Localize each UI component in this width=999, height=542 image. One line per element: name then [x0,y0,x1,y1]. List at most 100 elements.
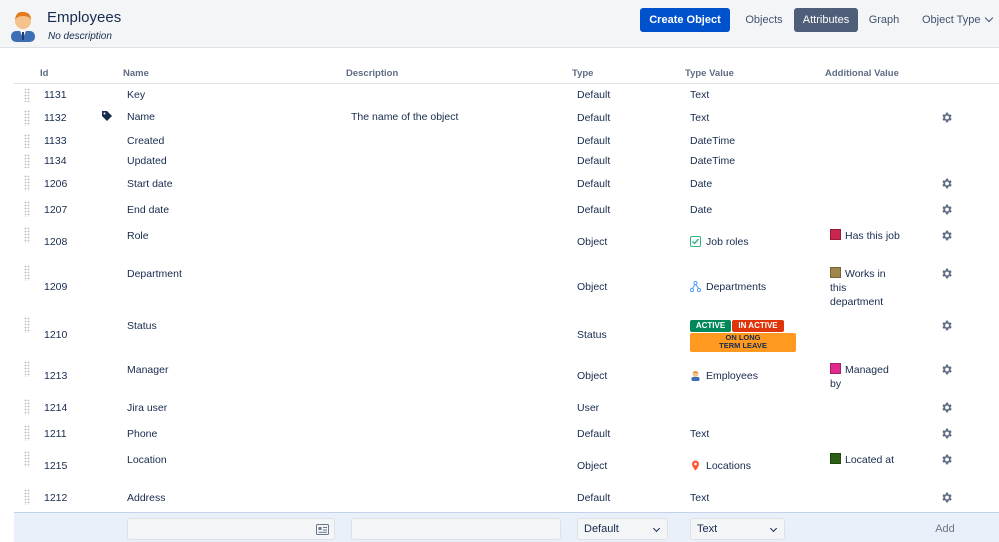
table-row: 1212 Address Default Text [14,488,999,510]
gear-icon[interactable] [940,319,953,332]
new-attribute-type-select[interactable]: Default [577,518,668,540]
attribute-id: 1210 [44,329,68,341]
attribute-id: 1213 [44,370,68,382]
drag-handle-icon[interactable] [24,227,30,243]
new-attribute-description-input[interactable] [351,518,561,540]
drag-handle-icon[interactable] [24,88,30,102]
drag-handle-icon[interactable] [24,317,30,333]
new-attribute-type-value-select[interactable]: Text [690,518,785,540]
attribute-name[interactable]: Address [127,492,166,504]
attribute-name[interactable]: End date [127,204,169,216]
create-object-button[interactable]: Create Object [640,8,730,32]
drag-handle-icon[interactable] [24,425,30,441]
employee-avatar-icon [11,11,35,42]
object-type-menu-label: Object Type [922,14,981,26]
label-tag-icon [102,111,112,121]
status-badge-inactive: IN ACTIVE [732,320,784,332]
color-swatch [830,267,841,278]
attribute-id: 1212 [44,492,68,504]
attribute-name[interactable]: Location [127,454,167,466]
drag-handle-icon[interactable] [24,361,30,377]
drag-handle-icon[interactable] [24,175,30,191]
attribute-name[interactable]: Name [127,111,155,123]
drag-handle-icon[interactable] [24,265,30,281]
attribute-id: 1134 [44,155,67,167]
attribute-type: Object [577,281,608,293]
attribute-id: 1133 [44,135,67,147]
status-badge-on-leave: ON LONG TERM LEAVE [690,333,796,352]
gear-icon[interactable] [940,267,953,280]
attribute-type: Default [577,155,611,167]
drag-handle-icon[interactable] [24,110,30,126]
attribute-type-value: DateTime [690,155,736,167]
table-row: 1209 Department Object Departments Works… [14,264,999,314]
drag-handle-icon[interactable] [24,451,30,467]
table-row: 1207 End date Default Date [14,200,999,224]
attribute-name[interactable]: Jira user [127,402,167,414]
card-list-icon[interactable] [316,524,329,535]
type-value-select-value: Text [697,523,718,535]
gear-icon[interactable] [940,401,953,414]
attribute-name[interactable]: Start date [127,178,173,190]
attribute-name[interactable]: Phone [127,428,157,440]
attribute-type: Default [577,112,611,124]
object-type-menu[interactable]: Object Type [916,8,999,32]
table-row: 1206 Start date Default Date [14,174,999,198]
column-header-id: Id [40,68,49,79]
attribute-type-value[interactable]: Employees [690,370,758,382]
attribute-type-value[interactable]: Job roles [690,236,749,248]
attribute-id: 1131 [44,89,67,101]
tab-objects[interactable]: Objects [740,8,788,32]
attribute-name[interactable]: Created [127,135,164,147]
add-attribute-button[interactable]: Add [924,518,966,540]
drag-handle-icon[interactable] [24,399,30,415]
gear-icon[interactable] [940,229,953,242]
additional-value: Works in this department [830,267,886,308]
drag-handle-icon[interactable] [24,201,30,217]
attribute-name[interactable]: Status [127,320,157,332]
attribute-type-value: DateTime [690,135,736,147]
add-attribute-row: Default Text Add [14,512,999,542]
attribute-id: 1132 [44,112,67,124]
type-value-label: Locations [706,460,751,472]
page-title: Employees [47,9,122,26]
attribute-name[interactable]: Key [127,89,145,101]
new-attribute-name-input[interactable] [127,518,335,540]
gear-icon[interactable] [940,453,953,466]
type-value-label: Job roles [706,236,749,248]
gear-icon[interactable] [940,111,953,124]
hierarchy-icon [690,281,701,292]
attribute-type: Object [577,370,608,382]
attribute-id: 1207 [44,204,68,216]
attribute-type: Status [577,329,607,341]
gear-icon[interactable] [940,177,953,190]
attribute-type-value[interactable]: Locations [690,460,751,472]
table-row: 1134 Updated Default DateTime [14,153,999,171]
status-badge-active: ACTIVE [690,320,731,332]
attribute-name[interactable]: Manager [127,364,168,376]
attribute-type: Default [577,135,611,147]
drag-handle-icon[interactable] [24,134,30,148]
drag-handle-icon[interactable] [24,154,30,168]
attribute-name[interactable]: Updated [127,155,167,167]
attribute-name[interactable]: Department [127,268,182,280]
gear-icon[interactable] [940,491,953,504]
drag-handle-icon[interactable] [24,489,30,505]
table-row: 1208 Role Object Job roles Has this job [14,226,999,262]
attribute-type-value[interactable]: Departments [690,281,766,293]
attribute-name[interactable]: Role [127,230,149,242]
gear-icon[interactable] [940,203,953,216]
checkbox-icon [690,236,701,247]
column-header-name: Name [123,68,149,79]
gear-icon[interactable] [940,427,953,440]
type-value-label: Departments [706,281,767,293]
attribute-type: Object [577,460,608,472]
color-swatch [830,229,841,240]
column-header-description: Description [346,68,399,79]
gear-icon[interactable] [940,363,953,376]
tab-attributes[interactable]: Attributes [794,8,858,32]
attribute-id: 1206 [44,178,68,190]
chevron-down-icon [984,13,993,23]
tab-graph[interactable]: Graph [863,8,905,32]
attribute-id: 1215 [44,460,68,472]
